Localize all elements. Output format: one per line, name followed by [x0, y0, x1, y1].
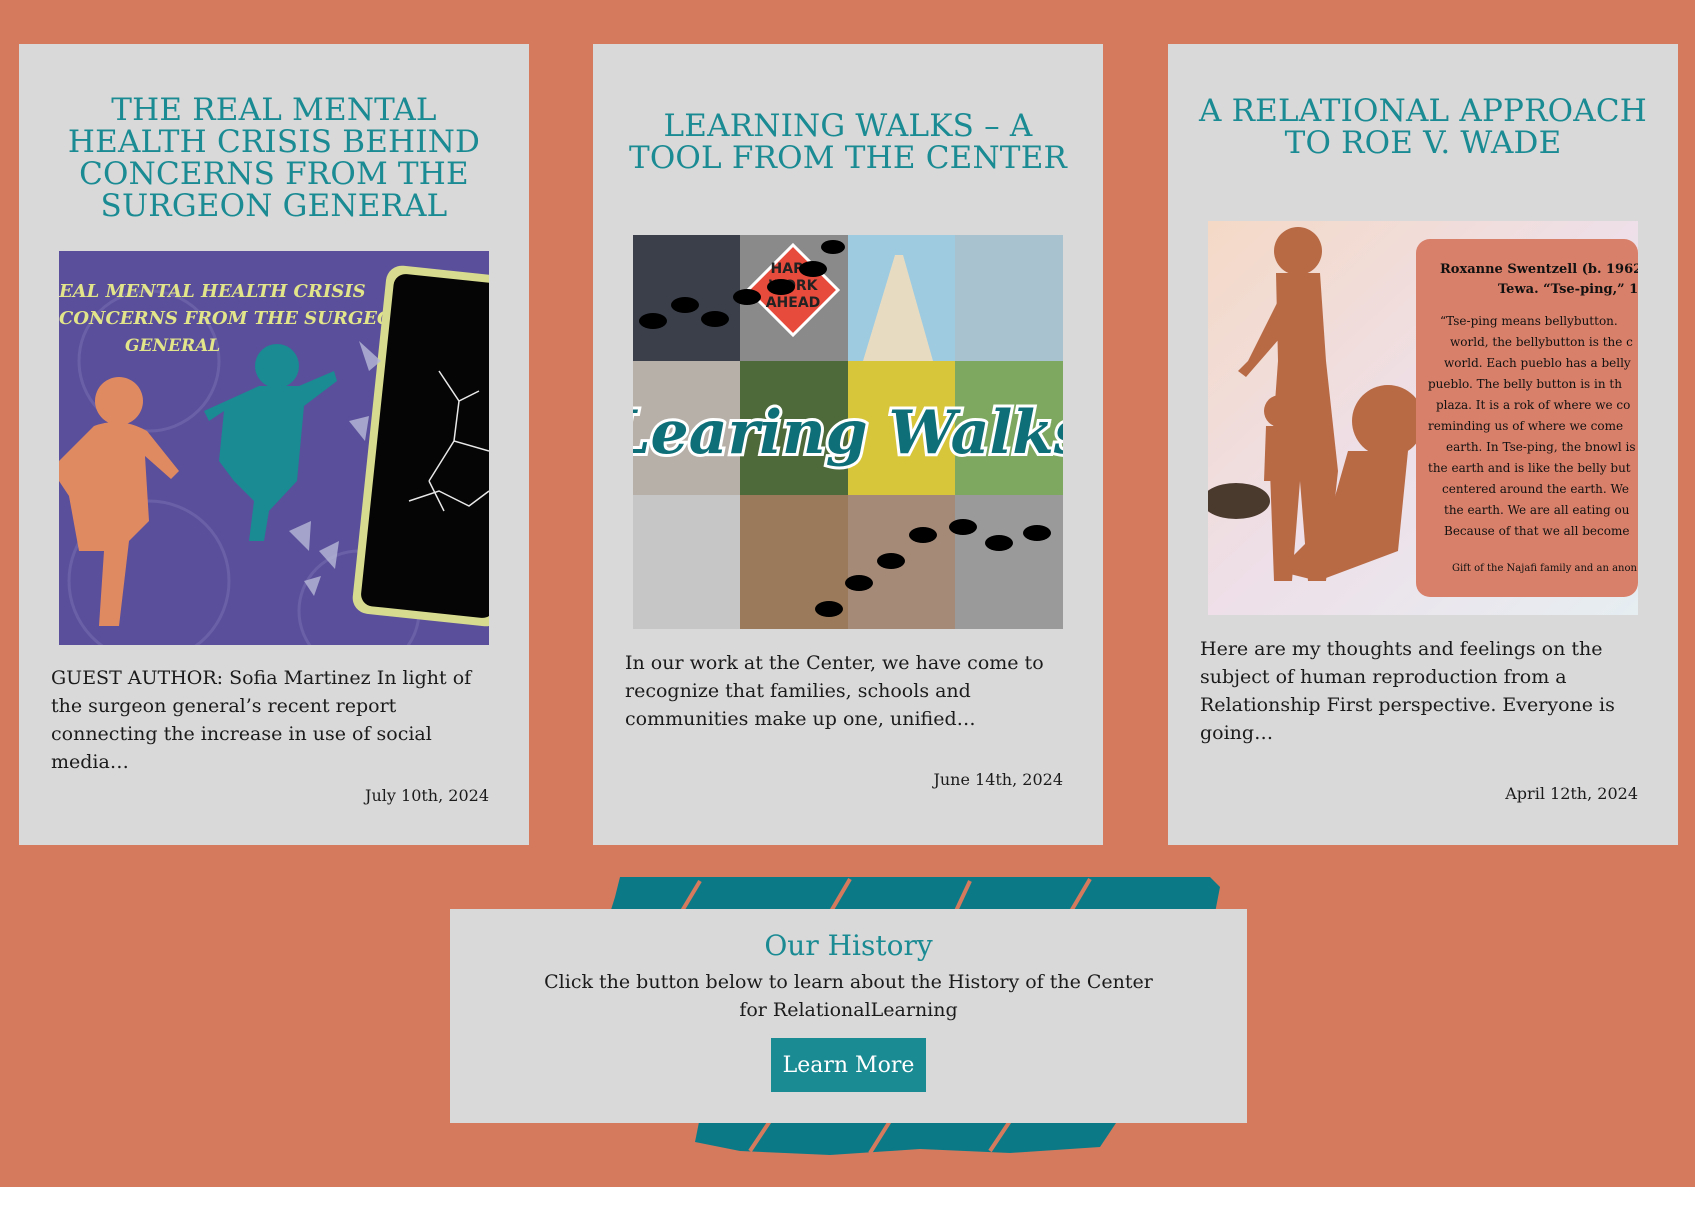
label-line-11: centered around the earth. We	[1442, 482, 1629, 496]
label-line-14: Gift of the Najafi family and an anon	[1452, 563, 1638, 574]
learning-walks-logo: Learing Walks	[633, 398, 1063, 468]
post-date-2: June 14th, 2024	[933, 770, 1063, 789]
label-line-4: world, the bellybutton is the c	[1450, 335, 1633, 349]
post-excerpt-2: In our work at the Center, we have come …	[625, 652, 1044, 730]
post-title-1[interactable]: THE REAL MENTAL HEALTH CRISIS BEHIND CON…	[49, 94, 499, 222]
history-box: Our History Click the button below to le…	[450, 909, 1247, 1123]
post-title-3[interactable]: A RELATIONAL APPROACH TO ROE v. WADE	[1198, 95, 1648, 159]
label-line-10: the earth and is like the belly but	[1428, 461, 1631, 475]
label-line-8: reminding us of where we come	[1428, 419, 1623, 433]
post-card-2[interactable]: LEARNING WALKS – A TOOL FROM THE CENTER …	[593, 44, 1103, 845]
image-caption-line-2: CONCERNS FROM THE SURGEON	[59, 308, 411, 329]
label-line-13: Because of that we all become	[1444, 524, 1629, 538]
label-line-2: Tewa. “Tse-ping,” 1	[1498, 282, 1638, 297]
label-line-5: world. Each pueblo has a belly	[1444, 356, 1631, 370]
post-excerpt-1: GUEST AUTHOR: Sofia Martinez In light of…	[51, 667, 472, 773]
post-image-2[interactable]: HARD WORK AHEAD Learing Walks	[633, 235, 1063, 629]
post-card-1[interactable]: THE REAL MENTAL HEALTH CRISIS BEHIND CON…	[19, 44, 529, 845]
roe-v-wade-sculpture-photo: Roxanne Swentzell (b. 1962). Tewa. “Tse-…	[1208, 221, 1638, 615]
post-title-2[interactable]: LEARNING WALKS – A TOOL FROM THE CENTER	[623, 110, 1073, 174]
image-caption-line-1: EAL MENTAL HEALTH CRISIS	[59, 281, 366, 302]
learning-walks-collage: HARD WORK AHEAD Learing Walks	[633, 235, 1063, 629]
post-date-3: April 12th, 2024	[1505, 784, 1638, 803]
post-image-1[interactable]: EAL MENTAL HEALTH CRISIS CONCERNS FROM T…	[59, 251, 489, 645]
history-description: Click the button below to learn about th…	[544, 971, 1153, 1021]
post-excerpt-3: Here are my thoughts and feelings on the…	[1200, 638, 1615, 744]
history-section: Our History Click the button below to le…	[450, 877, 1247, 1157]
label-line-12: the earth. We are all eating ou	[1444, 503, 1630, 517]
sign-line-3: AHEAD	[766, 295, 821, 311]
post-card-3[interactable]: A RELATIONAL APPROACH TO ROE v. WADE	[1168, 44, 1678, 845]
label-line-7: plaza. It is a rok of where we co	[1436, 398, 1630, 412]
learn-more-button[interactable]: Learn More	[770, 1038, 927, 1092]
label-line-1: Roxanne Swentzell (b. 1962).	[1440, 262, 1638, 277]
history-title: Our History	[764, 929, 933, 962]
label-line-6: pueblo. The belly button is in th	[1428, 377, 1622, 391]
label-line-3: “Tse-ping means bellybutton.	[1440, 314, 1618, 328]
mental-health-illustration: EAL MENTAL HEALTH CRISIS CONCERNS FROM T…	[59, 251, 489, 645]
post-image-3[interactable]: Roxanne Swentzell (b. 1962). Tewa. “Tse-…	[1208, 221, 1638, 615]
label-line-9: earth. In Tse-ping, the bnowl is	[1446, 440, 1635, 454]
image-caption-line-3: GENERAL	[125, 336, 220, 356]
post-date-1: July 10th, 2024	[365, 786, 489, 805]
